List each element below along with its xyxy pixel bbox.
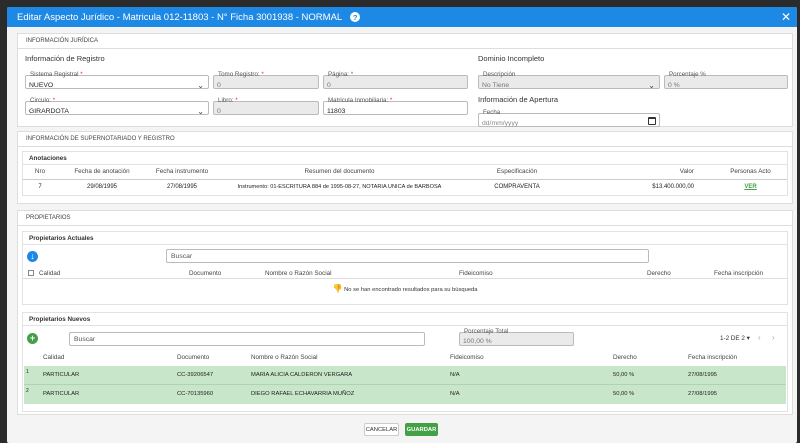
propietarios-actuales-card: Propietarios Actuales ↓ Buscar Calidad D… (22, 231, 788, 305)
download-icon[interactable]: ↓ (27, 251, 38, 262)
calendar-icon[interactable] (648, 117, 656, 125)
porcentaje-total-field: Porcentaje Total 100,00 % (459, 328, 574, 346)
nuevos-table-header: Calidad Documento Nombre o Razón Social … (43, 354, 737, 361)
question-circle-icon[interactable]: ? (350, 12, 361, 22)
col-especificacion: Especificación (496, 168, 538, 176)
cancel-button[interactable]: CANCELAR (364, 423, 399, 436)
add-owner-button[interactable]: + (27, 333, 38, 344)
caret-down-icon: ▾ (746, 335, 750, 342)
supernotariado-header: INFORMACIÓN DE SUPERNOTARIADO Y REGISTRO (18, 132, 792, 147)
col-valor: Valor (679, 168, 694, 176)
select-all-checkbox[interactable] (28, 270, 34, 276)
dialog-titlebar: Editar Aspecto Jurídico - Matricula 012-… (7, 7, 797, 27)
anotaciones-table: Nro Fecha de anotación Fecha instrumento… (23, 165, 787, 195)
chevron-down-icon: ⌄ (197, 81, 204, 90)
ver-personas-link[interactable]: VER (744, 184, 756, 190)
fecha-apertura-input[interactable]: Fecha dd/mm/yyyy (478, 109, 660, 127)
empty-results-message: 👎 No se han encontrado resultados para s… (332, 284, 478, 293)
chevron-down-icon: ⌄ (648, 81, 655, 90)
propietarios-nuevos-card: Propietarios Nuevos + Buscar Porcentaje … (22, 312, 788, 412)
apertura-info-title: Información de Apertura (478, 95, 559, 104)
table-row: 7 29/08/1995 27/08/1995 Instrumento: 01-… (38, 184, 757, 191)
porcentaje-field: Porcentaje % 0 % (664, 71, 788, 89)
descripcion-select[interactable]: Descripción No Tiene ⌄ (478, 71, 660, 90)
sistema-registral-select[interactable]: Sistema Registral * NUEVO ⌄ (25, 71, 209, 90)
propietarios-nuevos-title: Propietarios Nuevos (23, 313, 787, 326)
tomo-registro-field: Tomo Registro: * 0 (213, 71, 319, 89)
search-input-nuevos[interactable]: Buscar (69, 332, 425, 346)
col-resumen: Resumen del documento (304, 168, 375, 176)
col-personas-acto: Personas Acto (730, 168, 771, 176)
legal-info-panel: INFORMACIÓN JURÍDICA Información de Regi… (17, 33, 793, 127)
libro-field: Libro: * 0 (213, 97, 319, 115)
prev-page-icon[interactable]: ‹ (758, 333, 761, 342)
propietarios-header: PROPIETARIOS (18, 211, 792, 226)
anotaciones-title: Anotaciones (23, 152, 787, 165)
circulo-select[interactable]: Circulo: * GIRARDOTA ⌄ (25, 97, 209, 116)
actuales-table-header: Calidad Documento Nombre o Razón Social … (23, 268, 787, 279)
propietarios-panel: PROPIETARIOS Propietarios Actuales ↓ Bus… (17, 210, 793, 415)
chevron-down-icon: ⌄ (197, 107, 204, 116)
col-fecha-instrumento: Fecha instrumento (155, 168, 209, 176)
close-icon[interactable]: ✕ (781, 10, 791, 24)
propietarios-actuales-title: Propietarios Actuales (23, 232, 787, 245)
supernotariado-panel: INFORMACIÓN DE SUPERNOTARIADO Y REGISTRO… (17, 131, 793, 204)
table-row[interactable]: 1 PARTICULAR CC-39206547 MARIA ALICIA CA… (24, 366, 786, 385)
legal-info-header: INFORMACIÓN JURÍDICA (18, 34, 792, 49)
matricula-inmobiliaria-field[interactable]: Matricula Inmobiliaria: * 11803 (323, 97, 468, 115)
col-nro: Nro (34, 168, 46, 176)
pagination-range[interactable]: 1-2 DE 2 ▾ (720, 335, 750, 342)
search-input-actuales[interactable]: Buscar (166, 249, 649, 263)
pagina-field: Página: * 0 (323, 71, 468, 89)
dialog-title: Editar Aspecto Jurídico - Matricula 012-… (17, 11, 343, 23)
registry-info-title: Información de Registro (25, 54, 105, 63)
next-page-icon[interactable]: › (772, 333, 775, 342)
col-fecha-anotacion: Fecha de anotación (74, 168, 130, 176)
save-button[interactable]: GUARDAR (405, 423, 438, 436)
dominio-incompleto-title: Dominio Incompleto (478, 54, 545, 63)
anotaciones-card: Anotaciones Nro Fecha de anotación Fecha… (22, 151, 788, 196)
thumbs-down-icon: 👎 (332, 284, 343, 293)
edit-legal-aspect-dialog: Editar Aspecto Jurídico - Matricula 012-… (7, 7, 797, 443)
table-row[interactable]: 2 PARTICULAR CC-70135960 DIEGO RAFAEL EC… (24, 385, 786, 404)
